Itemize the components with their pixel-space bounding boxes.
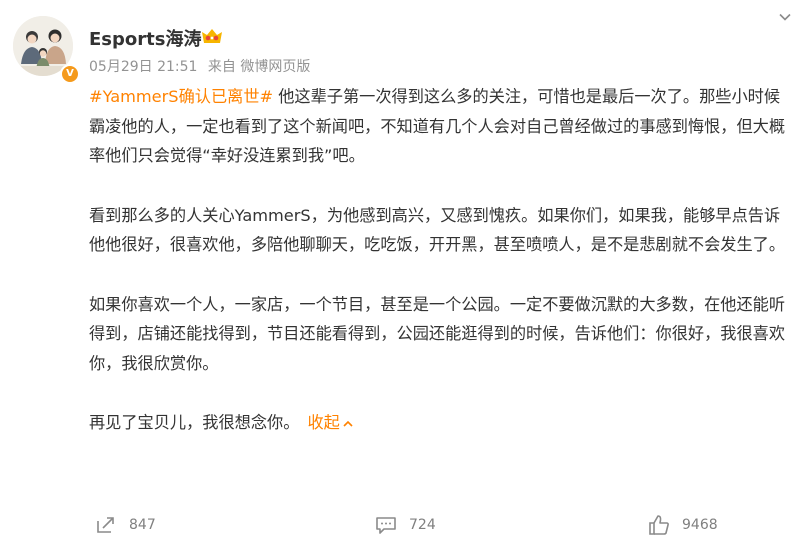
chevron-up-icon <box>343 420 353 427</box>
comment-count: 724 <box>409 517 436 533</box>
author-name[interactable]: Esports海涛 <box>89 25 201 51</box>
paragraph-1: #YammerS确认已离世# 他这辈子第一次得到这么多的关注，可惜也是最后一次了… <box>89 82 795 171</box>
topic-link[interactable]: #YammerS确认已离世# <box>89 87 273 106</box>
paragraph-4: 再见了宝贝儿，我很想念你。 收起 <box>89 408 795 438</box>
paragraph-text: 再见了宝贝儿，我很想念你。 <box>89 413 300 432</box>
paragraph-text: 如果你喜欢一个人，一家店，一个节目，甚至是一个公园。一定不要做沉默的大多数，在他… <box>89 294 786 373</box>
verified-badge-icon: V <box>60 64 80 84</box>
comment-icon <box>376 517 396 534</box>
repost-count: 847 <box>129 517 156 533</box>
paragraph-text: 看到那么多的人关心YammerS，为他感到高兴，又感到愧疚。如果你们，如果我，能… <box>89 205 786 255</box>
paragraph-2: 看到那么多的人关心YammerS，为他感到高兴，又感到愧疚。如果你们，如果我，能… <box>89 201 795 260</box>
like-button[interactable]: 9468 <box>648 508 718 542</box>
post-source: 来自 微博网页版 <box>207 59 311 75</box>
weibo-post-card: V Esports海涛 05月29日 21:51 来自 微博网页版 #Yamme… <box>0 0 806 549</box>
vip-crown-icon[interactable] <box>200 26 224 46</box>
repost-icon <box>97 517 114 533</box>
action-bar: 847 724 9468 <box>0 508 806 542</box>
collapse-label: 收起 <box>307 413 340 432</box>
paragraph-3: 如果你喜欢一个人，一家店，一个节目，甚至是一个公园。一定不要做沉默的大多数，在他… <box>89 290 795 379</box>
post-time[interactable]: 05月29日 21:51 <box>89 59 197 75</box>
comment-button[interactable]: 724 <box>375 508 436 542</box>
like-count: 9468 <box>682 517 718 533</box>
post-meta: 05月29日 21:51 来自 微博网页版 <box>89 56 316 76</box>
collapse-link[interactable]: 收起 <box>307 413 353 432</box>
thumbs-up-icon <box>649 515 669 535</box>
post-content: #YammerS确认已离世# 他这辈子第一次得到这么多的关注，可惜也是最后一次了… <box>89 82 795 468</box>
chevron-down-icon[interactable] <box>778 10 792 24</box>
repost-button[interactable]: 847 <box>95 508 156 542</box>
